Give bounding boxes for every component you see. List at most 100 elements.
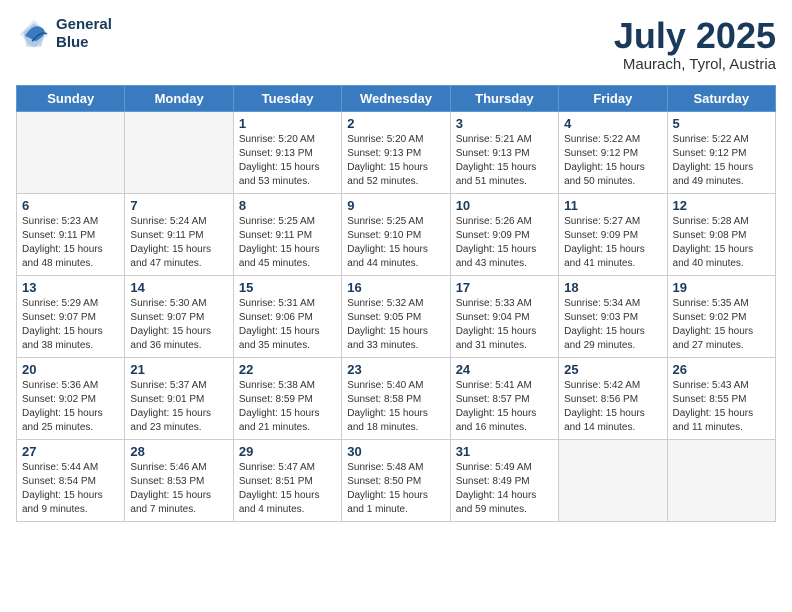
calendar-cell: 8Sunrise: 5:25 AM Sunset: 9:11 PM Daylig… [233,193,341,275]
calendar-cell: 29Sunrise: 5:47 AM Sunset: 8:51 PM Dayli… [233,439,341,521]
calendar-cell: 20 Sunrise: 5:36 AM Sunset: 9:02 PM Dayli… [17,357,125,439]
day-detail: Sunrise: 5:30 AM Sunset: 9:07 PM Dayligh… [130,297,227,353]
day-detail: Sunrise: 5:20 AM Sunset: 9:13 PM Dayligh… [347,133,444,189]
day-number: 30 [347,444,444,459]
day-number: 26 [673,362,770,377]
logo-text: General Blue [56,16,112,52]
day-number: 31 [456,444,553,459]
day-number: 3 [456,116,553,131]
month-title: July 2025 [614,16,776,56]
calendar-cell: 17Sunrise: 5:33 AM Sunset: 9:04 PM Dayli… [450,275,558,357]
column-header-tuesday: Tuesday [233,85,341,111]
day-detail: Sunrise: 5:31 AM Sunset: 9:06 PM Dayligh… [239,297,336,353]
calendar-week-4: 20 Sunrise: 5:36 AM Sunset: 9:02 PM Dayli… [17,357,776,439]
day-detail: Sunrise: 5:32 AM Sunset: 9:05 PM Dayligh… [347,297,444,353]
page-header: General Blue July 2025 Maurach, Tyrol, A… [16,16,776,73]
column-header-sunday: Sunday [17,85,125,111]
day-detail: Sunrise: 5:26 AM Sunset: 9:09 PM Dayligh… [456,215,553,271]
day-detail: Sunrise: 5:46 AM Sunset: 8:53 PM Dayligh… [130,461,227,517]
calendar-cell: 30Sunrise: 5:48 AM Sunset: 8:50 PM Dayli… [342,439,450,521]
calendar-cell: 5 Sunrise: 5:22 AM Sunset: 9:12 PM Daylig… [667,111,775,193]
day-number: 13 [22,280,119,295]
day-detail: Sunrise: 5:36 AM Sunset: 9:02 PM Dayligh… [22,379,119,435]
day-number: 1 [239,116,336,131]
calendar-cell: 31 Sunrise: 5:49 AM Sunset: 8:49 PM Dayli… [450,439,558,521]
day-detail: Sunrise: 5:41 AM Sunset: 8:57 PM Dayligh… [456,379,553,435]
day-detail: Sunrise: 5:40 AM Sunset: 8:58 PM Dayligh… [347,379,444,435]
day-number: 23 [347,362,444,377]
logo-icon [16,16,52,52]
calendar-cell: 12 Sunrise: 5:28 AM Sunset: 9:08 PM Dayli… [667,193,775,275]
day-number: 18 [564,280,661,295]
day-number: 9 [347,198,444,213]
calendar-cell: 6Sunrise: 5:23 AM Sunset: 9:11 PM Daylig… [17,193,125,275]
day-number: 10 [456,198,553,213]
day-detail: Sunrise: 5:29 AM Sunset: 9:07 PM Dayligh… [22,297,119,353]
calendar-cell: 11Sunrise: 5:27 AM Sunset: 9:09 PM Dayli… [559,193,667,275]
day-detail: Sunrise: 5:22 AM Sunset: 9:12 PM Dayligh… [673,133,770,189]
day-detail: Sunrise: 5:28 AM Sunset: 9:08 PM Dayligh… [673,215,770,271]
day-detail: Sunrise: 5:44 AM Sunset: 8:54 PM Dayligh… [22,461,119,517]
day-number: 17 [456,280,553,295]
day-detail: Sunrise: 5:43 AM Sunset: 8:55 PM Dayligh… [673,379,770,435]
day-number: 22 [239,362,336,377]
calendar-cell: 13 Sunrise: 5:29 AM Sunset: 9:07 PM Dayli… [17,275,125,357]
calendar-cell: 22 Sunrise: 5:38 AM Sunset: 8:59 PM Dayli… [233,357,341,439]
calendar-cell: 9 Sunrise: 5:25 AM Sunset: 9:10 PM Daylig… [342,193,450,275]
day-detail: Sunrise: 5:22 AM Sunset: 9:12 PM Dayligh… [564,133,661,189]
day-number: 25 [564,362,661,377]
day-number: 7 [130,198,227,213]
day-number: 4 [564,116,661,131]
day-number: 12 [673,198,770,213]
calendar-cell [667,439,775,521]
day-number: 5 [673,116,770,131]
day-number: 21 [130,362,227,377]
day-detail: Sunrise: 5:42 AM Sunset: 8:56 PM Dayligh… [564,379,661,435]
day-number: 14 [130,280,227,295]
column-header-friday: Friday [559,85,667,111]
column-header-wednesday: Wednesday [342,85,450,111]
calendar-cell: 25 Sunrise: 5:42 AM Sunset: 8:56 PM Dayli… [559,357,667,439]
column-header-monday: Monday [125,85,233,111]
day-detail: Sunrise: 5:24 AM Sunset: 9:11 PM Dayligh… [130,215,227,271]
day-detail: Sunrise: 5:27 AM Sunset: 9:09 PM Dayligh… [564,215,661,271]
calendar-cell: 28Sunrise: 5:46 AM Sunset: 8:53 PM Dayli… [125,439,233,521]
calendar-week-5: 27Sunrise: 5:44 AM Sunset: 8:54 PM Dayli… [17,439,776,521]
logo-line1: General [56,16,112,34]
calendar-week-1: 1 Sunrise: 5:20 AM Sunset: 9:13 PM Daylig… [17,111,776,193]
day-number: 24 [456,362,553,377]
calendar-cell: 19 Sunrise: 5:35 AM Sunset: 9:02 PM Dayli… [667,275,775,357]
location-subtitle: Maurach, Tyrol, Austria [614,56,776,73]
calendar-cell: 14 Sunrise: 5:30 AM Sunset: 9:07 PM Dayli… [125,275,233,357]
day-detail: Sunrise: 5:37 AM Sunset: 9:01 PM Dayligh… [130,379,227,435]
calendar-cell: 2 Sunrise: 5:20 AM Sunset: 9:13 PM Daylig… [342,111,450,193]
calendar-cell [125,111,233,193]
day-number: 19 [673,280,770,295]
day-detail: Sunrise: 5:49 AM Sunset: 8:49 PM Dayligh… [456,461,553,517]
day-detail: Sunrise: 5:35 AM Sunset: 9:02 PM Dayligh… [673,297,770,353]
column-header-saturday: Saturday [667,85,775,111]
day-detail: Sunrise: 5:38 AM Sunset: 8:59 PM Dayligh… [239,379,336,435]
day-detail: Sunrise: 5:25 AM Sunset: 9:11 PM Dayligh… [239,215,336,271]
calendar-cell: 1Sunrise: 5:20 AM Sunset: 9:13 PM Daylig… [233,111,341,193]
calendar-cell: 24 Sunrise: 5:41 AM Sunset: 8:57 PM Dayli… [450,357,558,439]
calendar-cell [559,439,667,521]
calendar-cell: 3 Sunrise: 5:21 AM Sunset: 9:13 PM Daylig… [450,111,558,193]
day-header-row: SundayMondayTuesdayWednesdayThursdayFrid… [17,85,776,111]
calendar-week-3: 13 Sunrise: 5:29 AM Sunset: 9:07 PM Dayli… [17,275,776,357]
day-number: 29 [239,444,336,459]
calendar-table: SundayMondayTuesdayWednesdayThursdayFrid… [16,85,776,522]
calendar-cell [17,111,125,193]
day-number: 20 [22,362,119,377]
day-detail: Sunrise: 5:21 AM Sunset: 9:13 PM Dayligh… [456,133,553,189]
day-detail: Sunrise: 5:25 AM Sunset: 9:10 PM Dayligh… [347,215,444,271]
calendar-cell: 16 Sunrise: 5:32 AM Sunset: 9:05 PM Dayli… [342,275,450,357]
day-number: 16 [347,280,444,295]
day-number: 2 [347,116,444,131]
day-detail: Sunrise: 5:23 AM Sunset: 9:11 PM Dayligh… [22,215,119,271]
calendar-cell: 4 Sunrise: 5:22 AM Sunset: 9:12 PM Daylig… [559,111,667,193]
calendar-cell: 23 Sunrise: 5:40 AM Sunset: 8:58 PM Dayli… [342,357,450,439]
logo: General Blue [16,16,112,52]
logo-line2: Blue [56,34,112,52]
calendar-cell: 18Sunrise: 5:34 AM Sunset: 9:03 PM Dayli… [559,275,667,357]
